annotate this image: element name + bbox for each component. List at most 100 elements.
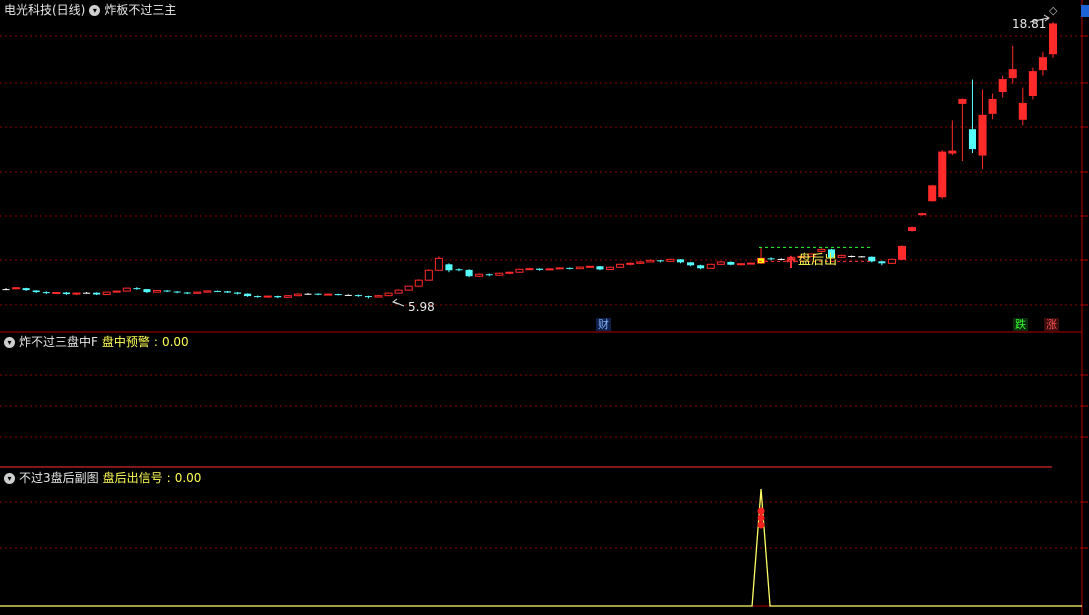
candle-body <box>505 271 514 274</box>
candle-body <box>424 269 433 281</box>
panel2-header: ▾ 炸不过三盘中F 盘中预警: 0.00 <box>4 334 189 350</box>
candle-body <box>122 287 131 292</box>
candle-body <box>676 259 685 263</box>
arrow-icon <box>391 298 405 307</box>
panel2-title[interactable]: 炸不过三盘中F <box>19 334 98 350</box>
candle-body <box>434 257 443 271</box>
candle-body <box>223 291 232 293</box>
candle-body <box>52 292 61 295</box>
signal-text: 盘后出 <box>798 253 838 268</box>
candle-body <box>1038 57 1047 71</box>
panel3-title[interactable]: 不过3盘后副图 <box>19 470 99 486</box>
candle-body <box>1048 23 1058 55</box>
candle-body <box>626 262 635 265</box>
candle-body <box>887 258 896 264</box>
candle-body <box>777 258 785 260</box>
candle-body <box>455 269 463 271</box>
diamond-icon[interactable]: ◇ <box>1049 4 1057 17</box>
panel3-header: ▾ 不过3盘后副图 盘后出信号: 0.00 <box>4 470 201 486</box>
candle-body <box>727 261 735 265</box>
candle-body <box>32 290 40 293</box>
candle-body <box>848 255 856 257</box>
candle-body <box>112 290 121 293</box>
candle-body <box>22 288 30 291</box>
candle-body <box>515 268 524 273</box>
candle-body <box>42 292 50 294</box>
candle-body <box>2 289 10 291</box>
candle-body <box>566 267 574 269</box>
candle-body <box>868 256 876 262</box>
candle-body <box>324 293 333 296</box>
candle-body <box>575 266 584 270</box>
candle-body <box>314 293 322 295</box>
candle-body <box>193 291 202 294</box>
die-tag[interactable]: 跌 <box>1013 318 1028 331</box>
candle-body <box>133 288 141 290</box>
chevron-down-icon[interactable]: ▾ <box>89 4 101 16</box>
main-indicator-name[interactable]: 炸板不过三主 <box>104 2 176 18</box>
candle-body <box>897 245 907 260</box>
signal-candle <box>758 258 765 264</box>
low-price-label: 5.98 <box>408 300 435 314</box>
candle-body <box>283 295 292 298</box>
candle-body <box>404 285 413 291</box>
candle-body <box>445 264 453 271</box>
candle-body <box>697 265 705 269</box>
candle-body <box>525 268 534 271</box>
chevron-down-icon[interactable]: ▾ <box>4 336 15 348</box>
stock-title: 电光科技(日线) <box>4 3 86 17</box>
candle-body <box>485 274 493 276</box>
high-price-label: 18.81 <box>1012 17 1047 31</box>
candle-body <box>62 292 70 295</box>
candle-body <box>706 263 715 269</box>
candle-body <box>354 295 362 297</box>
candle-body <box>293 293 302 297</box>
candle-body <box>72 292 81 295</box>
candle-body <box>102 291 111 295</box>
candle-body <box>1008 69 1017 79</box>
candle-body <box>958 98 967 104</box>
cai-tag[interactable]: 财 <box>596 318 611 331</box>
candle-body <box>536 268 544 270</box>
candlestick-series <box>2 21 1058 299</box>
candle-body <box>12 287 21 290</box>
candle-body <box>878 261 886 264</box>
candle-body <box>414 279 423 287</box>
candle-body <box>495 272 504 276</box>
candle-body <box>646 259 655 263</box>
panel2-label: 盘中预警 <box>101 335 150 349</box>
zhang-tag[interactable]: 涨 <box>1044 318 1059 331</box>
candle-body <box>163 290 171 292</box>
candle-body <box>656 260 664 262</box>
signal-dot <box>757 514 765 522</box>
candle-body <box>988 98 997 114</box>
candle-body <box>254 296 262 298</box>
candle-body <box>244 293 252 297</box>
candle-body <box>998 79 1007 92</box>
candle-body <box>475 273 484 277</box>
candle-body <box>334 294 342 296</box>
candle-body <box>837 254 846 258</box>
candle-body <box>213 290 221 292</box>
main-header: 电光科技(日线) ▾ 炸板不过三主 <box>4 2 176 18</box>
candle-body <box>687 262 695 266</box>
candle-body <box>736 263 745 266</box>
candle-body <box>555 267 564 270</box>
candle-body <box>263 295 272 298</box>
candle-body <box>938 151 947 198</box>
chevron-down-icon[interactable]: ▾ <box>4 472 15 484</box>
scroll-indicator[interactable] <box>1081 5 1089 17</box>
candle-body <box>928 185 937 202</box>
candle-body <box>585 265 594 268</box>
candle-body <box>394 289 403 294</box>
candle-body <box>948 150 957 154</box>
candle-body <box>918 213 927 216</box>
chart-canvas <box>0 0 1088 615</box>
candle-body <box>384 292 393 297</box>
candle-body <box>173 291 181 293</box>
candle-body <box>636 261 645 264</box>
candle-body <box>374 295 383 298</box>
signal-dot <box>757 507 765 515</box>
candle-body <box>596 266 604 270</box>
candle-body <box>274 296 282 298</box>
